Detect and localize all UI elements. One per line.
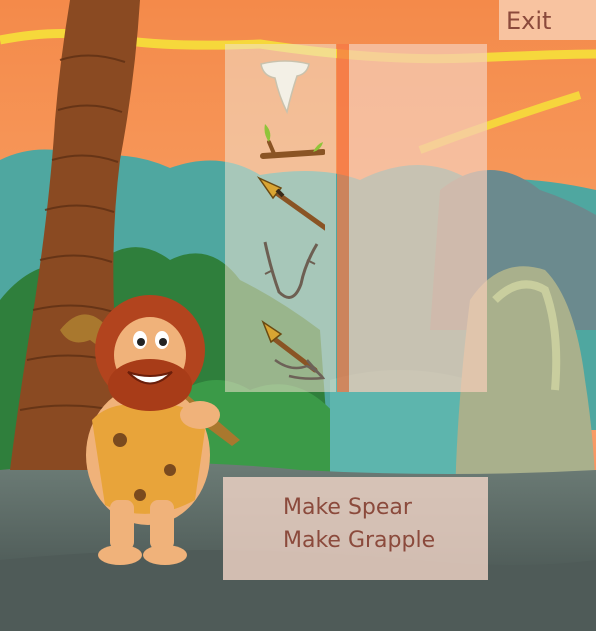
make-grapple-option[interactable]: Make Grapple: [283, 528, 435, 553]
exit-button[interactable]: Exit: [499, 0, 596, 40]
tooth-icon: [260, 60, 310, 115]
vine-icon: [263, 241, 319, 299]
inventory-panel: [225, 44, 487, 392]
inventory-item-vine[interactable]: [245, 240, 325, 300]
inventory-item-tooth[interactable]: [245, 56, 325, 116]
make-spear-option[interactable]: Make Spear: [283, 495, 412, 520]
crafting-area: [349, 44, 487, 392]
grapple-icon: [261, 320, 326, 380]
stick-icon: [260, 124, 326, 159]
inventory-item-stick[interactable]: [245, 116, 326, 176]
crafting-menu: Make Spear Make Grapple: [223, 477, 488, 580]
spear-icon: [256, 176, 334, 235]
inventory-item-spear[interactable]: [245, 172, 334, 235]
inventory-item-grapple[interactable]: [245, 320, 326, 380]
inventory-divider: [337, 44, 349, 392]
